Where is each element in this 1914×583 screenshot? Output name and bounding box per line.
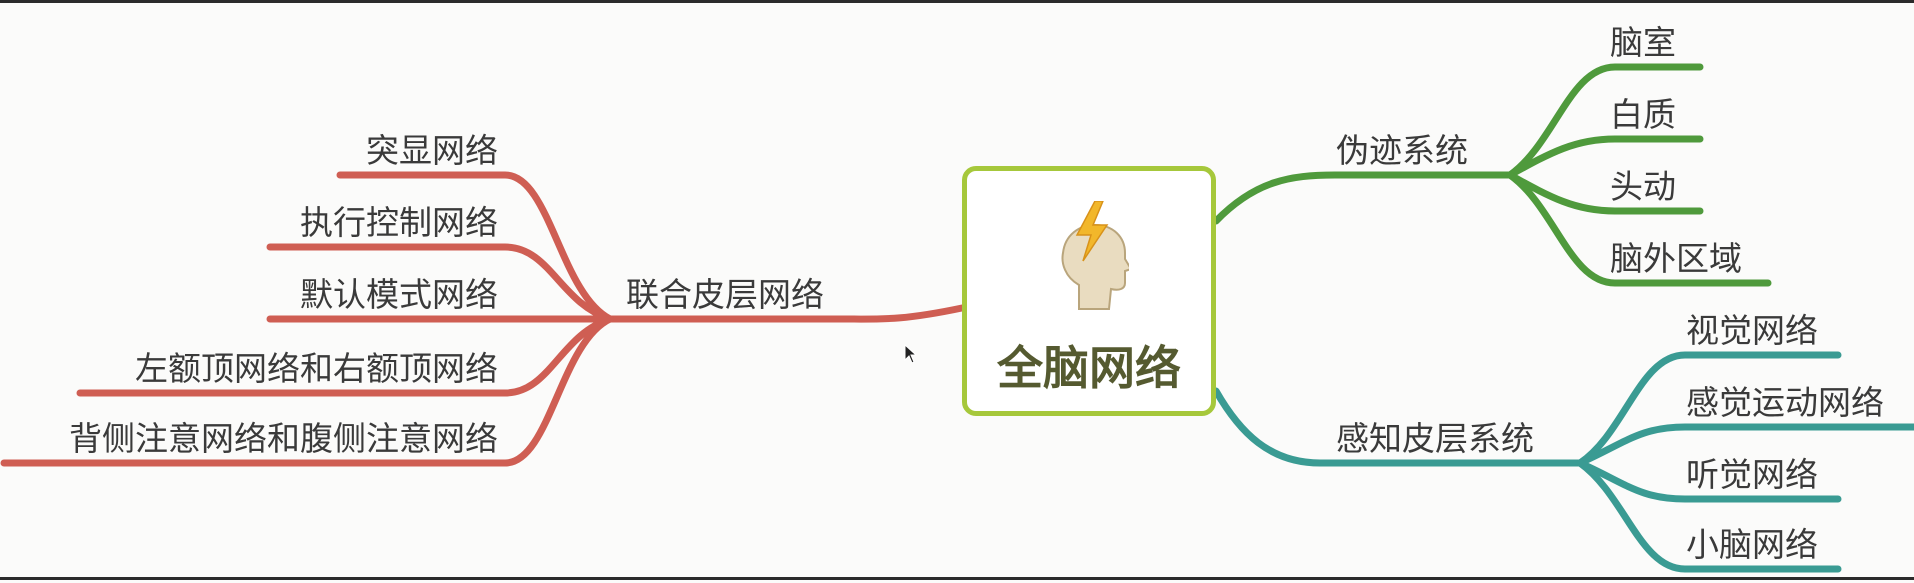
sensory-child-cerebellum[interactable]: 小脑网络: [1686, 525, 1818, 565]
artifact-child-head-motion[interactable]: 头动: [1610, 167, 1676, 207]
link-central-artifact: [1212, 171, 1514, 225]
connector-lines: [0, 63, 1914, 573]
association-child-frontoparietal[interactable]: 左额顶网络和右额顶网络: [135, 349, 498, 389]
branch-sensory[interactable]: 感知皮层系统: [1336, 419, 1534, 459]
artifact-child-white-matter[interactable]: 白质: [1610, 95, 1676, 135]
artifact-child-ventricle[interactable]: 脑室: [1610, 23, 1676, 63]
branch-association[interactable]: 联合皮层网络: [626, 275, 824, 315]
branch-artifact[interactable]: 伪迹系统: [1336, 131, 1468, 171]
central-title: 全脑网络: [997, 341, 1181, 395]
mouse-cursor-icon: [904, 344, 918, 364]
artifact-child-extra-brain[interactable]: 脑外区域: [1610, 239, 1742, 279]
head-lightning-icon: [1061, 201, 1129, 310]
association-child-executive[interactable]: 执行控制网络: [300, 203, 498, 243]
sensory-child-sensorimotor[interactable]: 感觉运动网络: [1686, 383, 1884, 423]
association-child-default-mode[interactable]: 默认模式网络: [300, 275, 498, 315]
association-child-salience[interactable]: 突显网络: [366, 131, 498, 171]
sensory-child-auditory[interactable]: 听觉网络: [1686, 455, 1818, 495]
mind-map-canvas: 全脑网络 伪迹系统 脑室 白质 头动 脑外区域 感知皮层系统 视觉网络 感觉运动…: [0, 0, 1914, 580]
central-topic[interactable]: 全脑网络: [962, 166, 1216, 416]
sensory-child-visual[interactable]: 视觉网络: [1686, 311, 1818, 351]
association-child-attention[interactable]: 背侧注意网络和腹侧注意网络: [69, 419, 498, 459]
